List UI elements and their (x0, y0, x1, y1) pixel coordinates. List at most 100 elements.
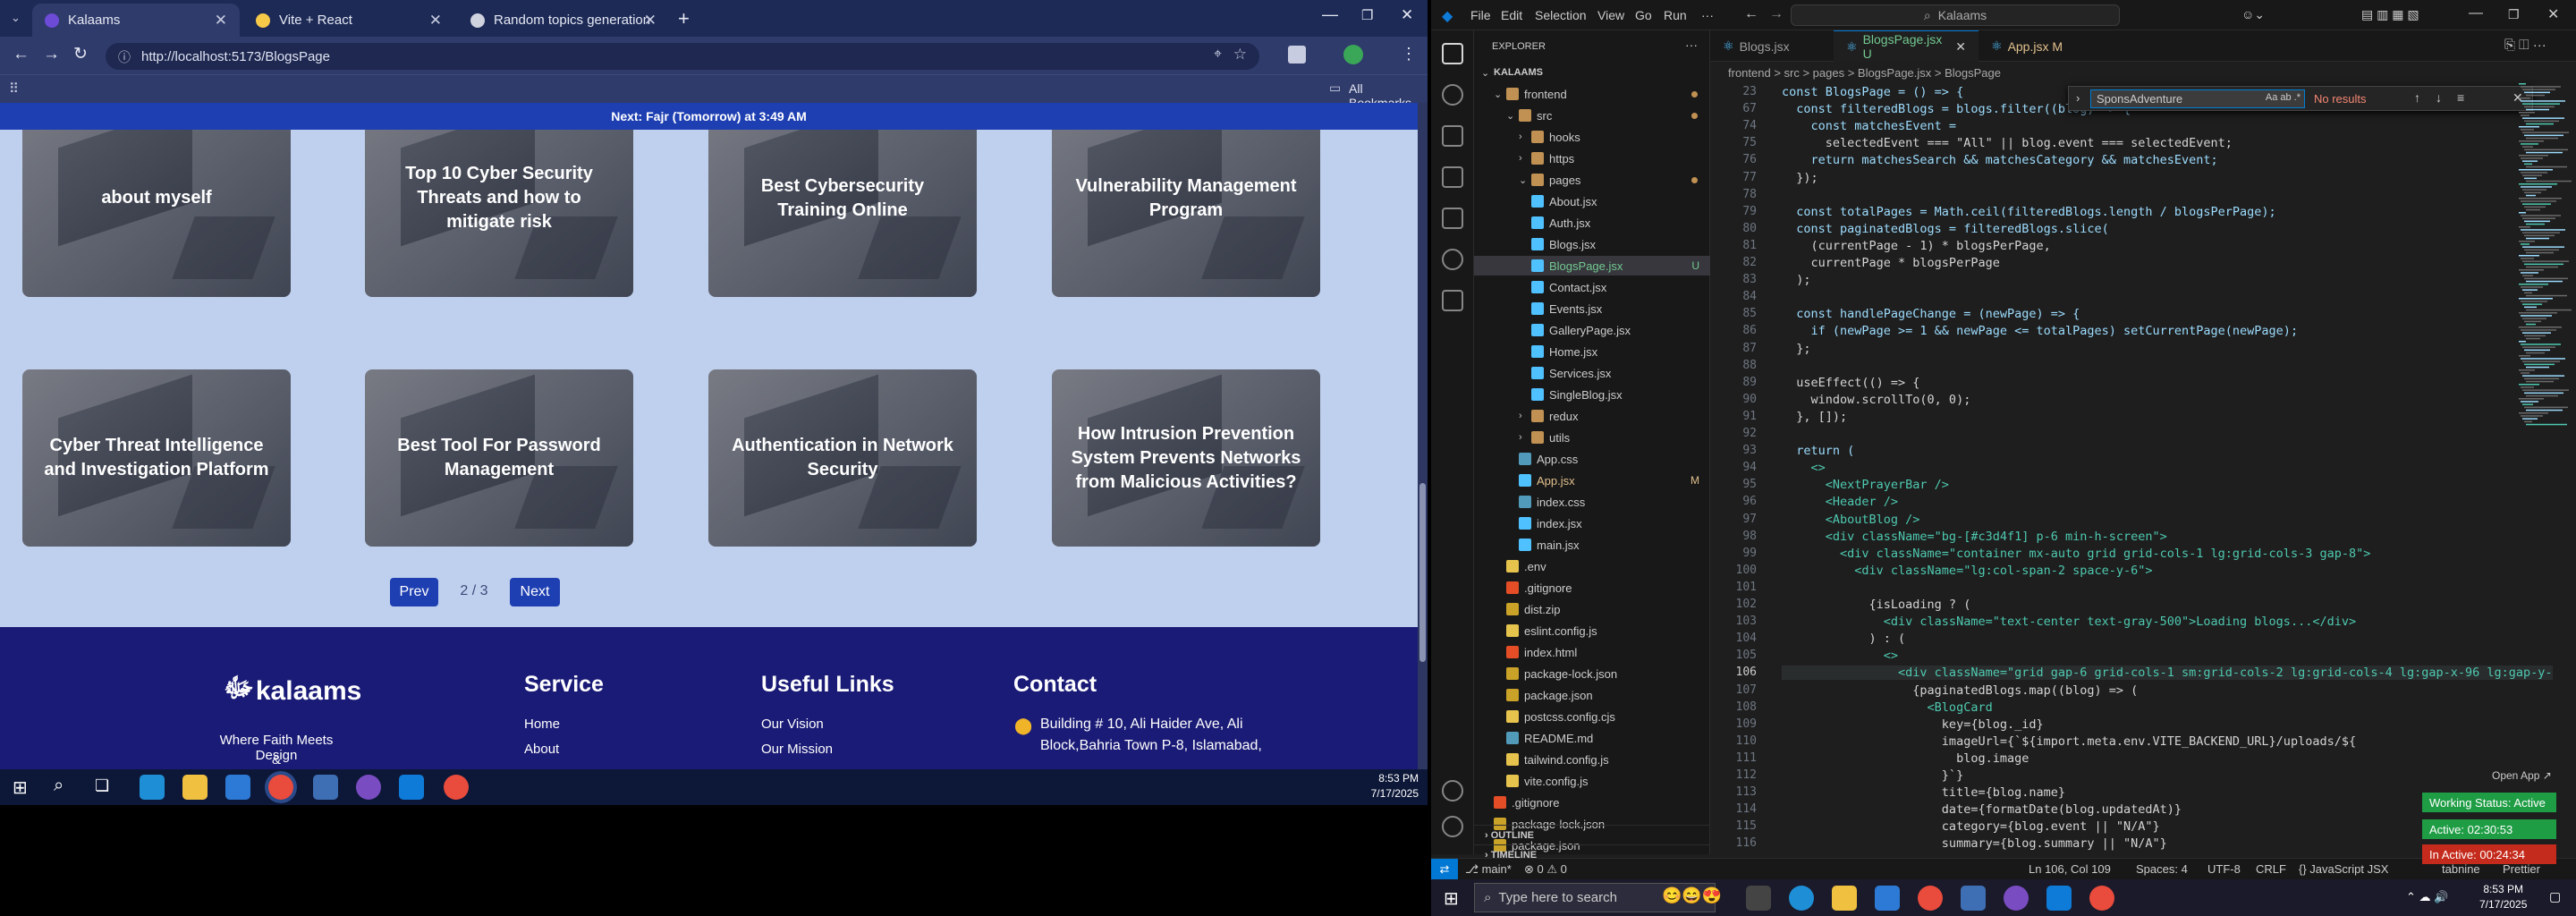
tree-folder[interactable]: ⌄ src (1474, 106, 1710, 125)
chrome-taskbar-icon[interactable] (1918, 886, 1943, 911)
find-input[interactable]: SponsAdventure Aa ab .* (2090, 89, 2305, 108)
new-tab-icon[interactable]: + (678, 7, 690, 30)
blog-card[interactable]: How Intrusion Prevention System Prevents… (1052, 369, 1320, 547)
tree-file[interactable]: package-lock.json (1474, 664, 1710, 683)
blog-card[interactable]: Best Tool For Password Management (365, 369, 633, 547)
menu-run[interactable]: Run (1664, 8, 1687, 22)
open-app-link[interactable]: Open App ↗ (2492, 769, 2552, 782)
edge-taskbar-icon[interactable] (1789, 886, 1814, 911)
store-taskbar-icon[interactable] (1875, 886, 1900, 911)
breadcrumb[interactable]: frontend > src > pages > BlogsPage.jsx >… (1710, 62, 2576, 83)
blog-card[interactable]: Vulnerability Management Program (1052, 103, 1320, 297)
task-view-icon[interactable] (1746, 886, 1771, 911)
close-tab-icon[interactable]: ✕ (429, 12, 442, 30)
search-view-icon[interactable] (1442, 84, 1463, 106)
github-taskbar-icon[interactable] (356, 775, 381, 800)
tree-file[interactable]: eslint.config.js (1474, 621, 1710, 640)
tree-file[interactable]: tailwind.config.js (1474, 750, 1710, 769)
tree-file[interactable]: App.jsx M (1474, 471, 1710, 490)
menu-more[interactable]: ··· (1701, 8, 1714, 22)
github-icon[interactable] (1442, 249, 1463, 270)
footer-logo[interactable]: ﷻ kalaams (224, 672, 361, 710)
right-clock[interactable]: 8:53 PM 7/17/2025 (2479, 883, 2527, 911)
tree-folder[interactable]: › hooks (1474, 127, 1710, 147)
indent-indicator[interactable]: Spaces: 4 (2136, 862, 2188, 876)
tree-file[interactable]: Contact.jsx (1474, 277, 1710, 297)
left-clock[interactable]: 8:53 PM 7/17/2025 (1371, 772, 1419, 800)
tree-file[interactable]: Home.jsx (1474, 342, 1710, 361)
page-scrollbar[interactable] (1418, 103, 1428, 805)
tree-file[interactable]: SingleBlog.jsx (1474, 385, 1710, 404)
cursor-position[interactable]: Ln 106, Col 109 (2029, 862, 2111, 876)
split-editor-icon[interactable]: ⎘ ◫ ··· (2504, 38, 2546, 53)
file-explorer-taskbar-icon[interactable] (1832, 886, 1857, 911)
remote-icon[interactable]: ⇄ (1431, 859, 1458, 880)
next-page-button[interactable]: Next (510, 578, 560, 606)
tree-folder[interactable]: ⌄ pages (1474, 170, 1710, 190)
menu-edit[interactable]: Edit (1501, 8, 1522, 22)
editor-tab-blogspage[interactable]: ⚛ BlogsPage.jsx U ✕ (1834, 30, 1979, 62)
blog-card[interactable]: Best Cybersecurity Training Online (708, 103, 977, 297)
run-debug-icon[interactable] (1442, 166, 1463, 188)
windows-start-icon[interactable]: ⊞ (1444, 887, 1459, 910)
profile-avatar[interactable] (1343, 45, 1363, 64)
edge-taskbar-icon[interactable] (140, 775, 165, 800)
tree-folder[interactable]: › https (1474, 148, 1710, 168)
explorer-more-icon[interactable]: ··· (1685, 38, 1698, 52)
manage-gear-icon[interactable] (1442, 816, 1463, 837)
bookmark-star-icon[interactable]: ☆ (1233, 46, 1247, 64)
vscode-maximize-icon[interactable]: ❐ (2508, 7, 2520, 22)
find-options-icon[interactable]: Aa ab .* (2266, 92, 2301, 103)
find-prev-icon[interactable]: ↑ (2414, 90, 2420, 105)
tree-file[interactable]: index.html (1474, 642, 1710, 662)
tree-file[interactable]: .env (1474, 556, 1710, 576)
chrome-taskbar-icon[interactable] (268, 775, 293, 800)
extensions-icon[interactable] (1442, 208, 1463, 229)
menu-file[interactable]: File (1470, 8, 1491, 22)
blog-card[interactable]: Authentication in Network Security (708, 369, 977, 547)
close-tab-icon[interactable]: ✕ (644, 12, 657, 30)
tree-file[interactable]: package.json (1474, 685, 1710, 705)
vscode-taskbar-icon[interactable] (399, 775, 424, 800)
tree-file[interactable]: dist.zip (1474, 599, 1710, 619)
close-window-icon[interactable]: ✕ (1401, 6, 1413, 24)
notifications-icon[interactable]: ▢ (2549, 889, 2561, 904)
emoji-widget-icon[interactable]: 😊😄😍 (1662, 886, 1722, 905)
system-tray-icons[interactable]: ⌃ ☁ 🔊 (2406, 890, 2448, 904)
tree-folder[interactable]: ⌄ frontend (1474, 84, 1710, 104)
tree-file[interactable]: Blogs.jsx (1474, 234, 1710, 254)
menu-view[interactable]: View (1597, 8, 1624, 22)
prev-page-button[interactable]: Prev (390, 578, 438, 606)
branch-indicator[interactable]: ⎇ main* (1465, 862, 1512, 877)
tree-folder[interactable]: ⌄ KALAAMS (1474, 63, 1710, 82)
close-editor-icon[interactable]: ✕ (1955, 39, 1966, 55)
blog-card[interactable]: Cyber Threat Intelligence and Investigat… (22, 369, 291, 547)
menu-go[interactable]: Go (1635, 8, 1652, 22)
apps-grid-icon[interactable]: ⠿ (9, 81, 19, 97)
app-taskbar-icon[interactable] (313, 775, 338, 800)
tree-file[interactable]: postcss.config.cjs (1474, 707, 1710, 726)
tab-search-icon[interactable]: ⌄ (11, 11, 21, 25)
maximize-icon[interactable]: ❐ (1361, 7, 1373, 23)
blog-card-about-myself[interactable]: about myself (22, 103, 291, 297)
tree-file[interactable]: vite.config.js (1474, 771, 1710, 791)
menu-kebab-icon[interactable]: ⋮ (1401, 45, 1417, 64)
copilot-icon[interactable]: ☺⌄ (2241, 7, 2265, 22)
page-scrollbar-thumb[interactable] (1419, 483, 1426, 662)
chrome-taskbar-icon-2[interactable] (2089, 886, 2114, 911)
code-editor[interactable]: 23 const BlogsPage = () => {67 const filt… (1710, 83, 2553, 854)
accounts-icon[interactable] (1442, 780, 1463, 802)
vscode-taskbar-icon[interactable] (2046, 886, 2072, 911)
back-icon[interactable]: ← (13, 45, 30, 64)
nav-back-icon[interactable]: ← (1744, 6, 1758, 22)
tree-file[interactable]: README.md (1474, 728, 1710, 748)
tree-file[interactable]: App.css (1474, 449, 1710, 469)
forward-icon[interactable]: → (43, 45, 60, 64)
tree-file[interactable]: .gitignore (1474, 578, 1710, 598)
footer-link-vision[interactable]: Our Vision (761, 717, 824, 732)
tabnine-indicator[interactable]: tabnine (2442, 862, 2480, 876)
source-control-icon[interactable] (1442, 125, 1463, 147)
prettier-indicator[interactable]: Prettier (2503, 862, 2540, 876)
chrome-taskbar-icon-2[interactable] (444, 775, 469, 800)
address-bar[interactable]: ⓘ http://localhost:5173/BlogsPage ⌖ ☆ (106, 43, 1259, 70)
